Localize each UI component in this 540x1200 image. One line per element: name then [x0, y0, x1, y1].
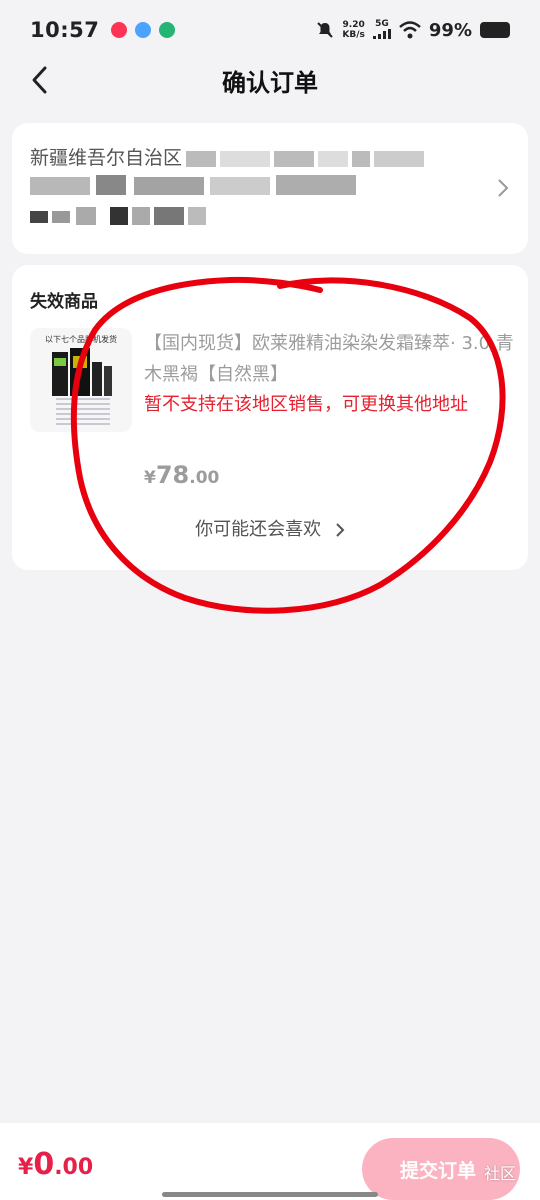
price-decimal: .00	[189, 468, 220, 488]
total-decimal: .00	[54, 1155, 94, 1180]
network-speed: 9.20 KB/s	[342, 20, 364, 40]
signal-group: 5G	[372, 18, 391, 42]
home-indicator[interactable]	[162, 1192, 378, 1197]
app-notification-icon	[135, 22, 152, 38]
app-notification-icon	[111, 22, 128, 38]
redacted-block	[220, 150, 271, 167]
redacted-contact-line	[30, 207, 206, 225]
price-symbol: ¥	[144, 468, 156, 488]
section-title: 失效商品	[30, 292, 98, 312]
price-integer: 78	[155, 461, 190, 489]
thumbnail-text-lines	[56, 398, 110, 428]
bottom-bar: ¥0.00 提交订单	[0, 1123, 540, 1200]
notification-icons	[111, 22, 176, 38]
network-speed-unit: KB/s	[342, 30, 365, 40]
battery-percent: 99%	[428, 19, 472, 41]
region-warning: 暂不支持在该地区销售，可更换其他地址	[144, 394, 468, 415]
product-price: ¥78.00	[144, 461, 219, 489]
page-title: 确认订单	[222, 68, 318, 97]
battery-icon	[480, 22, 510, 38]
status-time: 10:57	[30, 18, 100, 42]
app-notification-icon	[159, 22, 176, 38]
signal-label: 5G	[375, 18, 389, 29]
address-line1: 新疆维吾尔自治区	[30, 143, 425, 170]
product-title[interactable]: 【国内现货】欧莱雅精油染染发霜臻萃· 3.0 青木黑褐【自然黑】	[144, 328, 518, 390]
chevron-right-icon	[498, 179, 509, 197]
address-region: 新疆维吾尔自治区	[30, 147, 183, 169]
product-image	[52, 348, 112, 396]
order-total: ¥0.00	[18, 1147, 93, 1182]
recommend-label: 你可能还会喜欢	[195, 519, 322, 540]
redacted-block	[352, 150, 371, 167]
redacted-block	[374, 150, 425, 167]
mute-bell-icon	[317, 22, 334, 38]
redacted-block	[186, 150, 217, 167]
thumbnail-caption: 以下七个品牌机发货	[45, 335, 117, 344]
network-speed-value: 9.20	[342, 20, 365, 30]
nav-bar: 确认订单	[0, 55, 540, 105]
redacted-block	[274, 150, 315, 167]
total-integer: 0	[33, 1147, 55, 1182]
chevron-right-icon	[336, 523, 345, 537]
recommend-link[interactable]: 你可能还会喜欢	[12, 515, 528, 541]
back-chevron-left-icon[interactable]	[26, 65, 56, 95]
wifi-icon	[399, 21, 421, 39]
address-card[interactable]: 新疆维吾尔自治区	[12, 123, 528, 254]
product-thumbnail[interactable]: 以下七个品牌机发货	[30, 328, 132, 432]
status-bar: 10:57 9.20 KB/s 5G 99%	[0, 0, 540, 60]
total-symbol: ¥	[18, 1155, 34, 1180]
redacted-block	[318, 150, 349, 167]
signal-icon	[372, 28, 391, 39]
watermark: 社区	[484, 1164, 517, 1183]
invalid-goods-card: 失效商品 以下七个品牌机发货 【国内现货】欧莱雅精油染染发霜臻萃· 3.0 青木…	[12, 265, 528, 570]
status-right: 9.20 KB/s 5G 99%	[316, 19, 510, 42]
redacted-address-line	[30, 175, 356, 195]
